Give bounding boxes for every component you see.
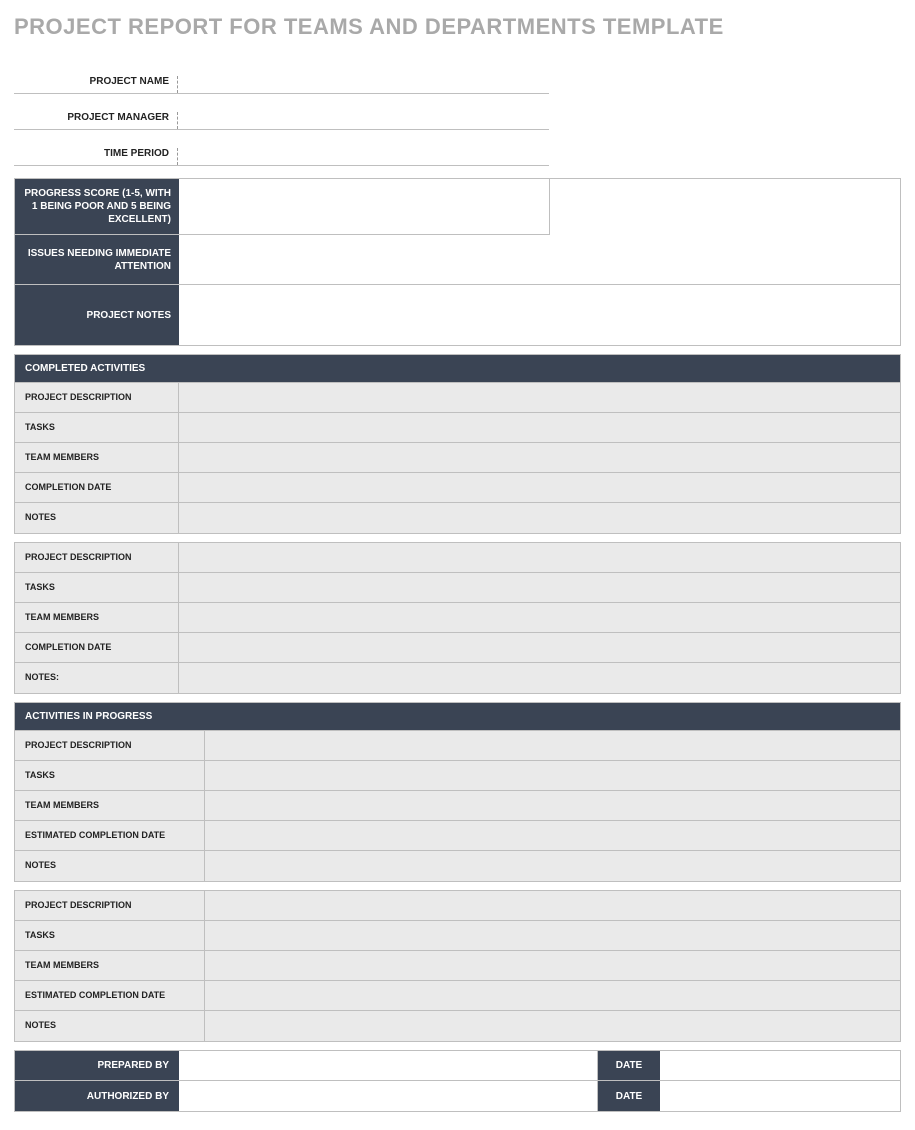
project-manager-row: PROJECT MANAGER [14,94,549,130]
issues-value[interactable] [179,235,900,284]
progress-1-tasks-label: TASKS [15,761,205,790]
completed-1-notes-value[interactable] [179,503,900,533]
in-progress-activities-header: ACTIVITIES IN PROGRESS [14,702,901,730]
prepared-date-label: DATE [598,1051,660,1080]
progress-2-notes-value[interactable] [205,1011,900,1041]
issues-label: ISSUES NEEDING IMMEDIATE ATTENTION [15,235,179,284]
progress-2-notes-label: NOTES [15,1011,205,1041]
authorized-by-label: AUTHORIZED BY [15,1081,179,1111]
page-title: PROJECT REPORT FOR TEAMS AND DEPARTMENTS… [14,14,901,40]
completed-activities-header: COMPLETED ACTIVITIES [14,354,901,382]
progress-1-notes-label: NOTES [15,851,205,881]
prepared-date-value[interactable] [660,1051,900,1080]
completed-activity-group-1: PROJECT DESCRIPTION TASKS TEAM MEMBERS C… [14,382,901,534]
completed-1-tasks-label: TASKS [15,413,179,442]
progress-2-tasks-value[interactable] [205,921,900,950]
authorized-date-label: DATE [598,1081,660,1111]
time-period-row: TIME PERIOD [14,130,549,166]
progress-2-project-description-value[interactable] [205,891,900,920]
info-block: PROGRESS SCORE (1-5, WITH 1 BEING POOR A… [14,178,901,346]
time-period-value[interactable] [178,159,549,165]
completed-1-project-description-label: PROJECT DESCRIPTION [15,383,179,412]
completed-2-completion-date-value[interactable] [179,633,900,662]
completed-2-notes-label: NOTES: [15,663,179,693]
progress-1-est-completion-value[interactable] [205,821,900,850]
progress-2-team-members-label: TEAM MEMBERS [15,951,205,980]
authorized-by-row: AUTHORIZED BY DATE [15,1081,900,1111]
progress-1-notes-value[interactable] [205,851,900,881]
completed-2-project-description-value[interactable] [179,543,900,572]
project-notes-label: PROJECT NOTES [15,285,179,345]
completed-2-team-members-value[interactable] [179,603,900,632]
project-header: PROJECT NAME PROJECT MANAGER TIME PERIOD [14,58,549,166]
progress-score-value[interactable] [179,179,550,234]
project-manager-label: PROJECT MANAGER [14,112,178,129]
project-name-label: PROJECT NAME [14,76,178,93]
completed-2-tasks-label: TASKS [15,573,179,602]
prepared-by-value[interactable] [179,1051,598,1080]
progress-2-tasks-label: TASKS [15,921,205,950]
authorized-by-value[interactable] [179,1081,598,1111]
completed-1-team-members-value[interactable] [179,443,900,472]
project-name-value[interactable] [178,87,549,93]
progress-2-team-members-value[interactable] [205,951,900,980]
time-period-label: TIME PERIOD [14,148,178,165]
progress-1-project-description-label: PROJECT DESCRIPTION [15,731,205,760]
in-progress-activity-group-2: PROJECT DESCRIPTION TASKS TEAM MEMBERS E… [14,890,901,1042]
signoff-block: PREPARED BY DATE AUTHORIZED BY DATE [14,1050,901,1112]
progress-score-label: PROGRESS SCORE (1-5, WITH 1 BEING POOR A… [15,179,179,234]
project-notes-row: PROJECT NOTES [15,285,900,345]
progress-2-project-description-label: PROJECT DESCRIPTION [15,891,205,920]
prepared-by-row: PREPARED BY DATE [15,1051,900,1081]
completed-2-notes-value[interactable] [179,663,900,693]
progress-2-est-completion-label: ESTIMATED COMPLETION DATE [15,981,205,1010]
completed-2-tasks-value[interactable] [179,573,900,602]
completed-1-notes-label: NOTES [15,503,179,533]
completed-1-completion-date-label: COMPLETION DATE [15,473,179,502]
completed-1-completion-date-value[interactable] [179,473,900,502]
project-name-row: PROJECT NAME [14,58,549,94]
progress-2-est-completion-value[interactable] [205,981,900,1010]
in-progress-activity-group-1: PROJECT DESCRIPTION TASKS TEAM MEMBERS E… [14,730,901,882]
completed-1-tasks-value[interactable] [179,413,900,442]
completed-1-project-description-value[interactable] [179,383,900,412]
completed-2-team-members-label: TEAM MEMBERS [15,603,179,632]
progress-1-tasks-value[interactable] [205,761,900,790]
completed-activity-group-2: PROJECT DESCRIPTION TASKS TEAM MEMBERS C… [14,542,901,694]
authorized-date-value[interactable] [660,1081,900,1111]
progress-1-team-members-value[interactable] [205,791,900,820]
prepared-by-label: PREPARED BY [15,1051,179,1080]
completed-2-project-description-label: PROJECT DESCRIPTION [15,543,179,572]
issues-row: ISSUES NEEDING IMMEDIATE ATTENTION [15,235,900,285]
progress-1-est-completion-label: ESTIMATED COMPLETION DATE [15,821,205,850]
project-notes-value[interactable] [179,285,900,345]
progress-score-row: PROGRESS SCORE (1-5, WITH 1 BEING POOR A… [15,179,550,235]
completed-2-completion-date-label: COMPLETION DATE [15,633,179,662]
progress-1-team-members-label: TEAM MEMBERS [15,791,205,820]
project-manager-value[interactable] [178,123,549,129]
completed-1-team-members-label: TEAM MEMBERS [15,443,179,472]
progress-1-project-description-value[interactable] [205,731,900,760]
